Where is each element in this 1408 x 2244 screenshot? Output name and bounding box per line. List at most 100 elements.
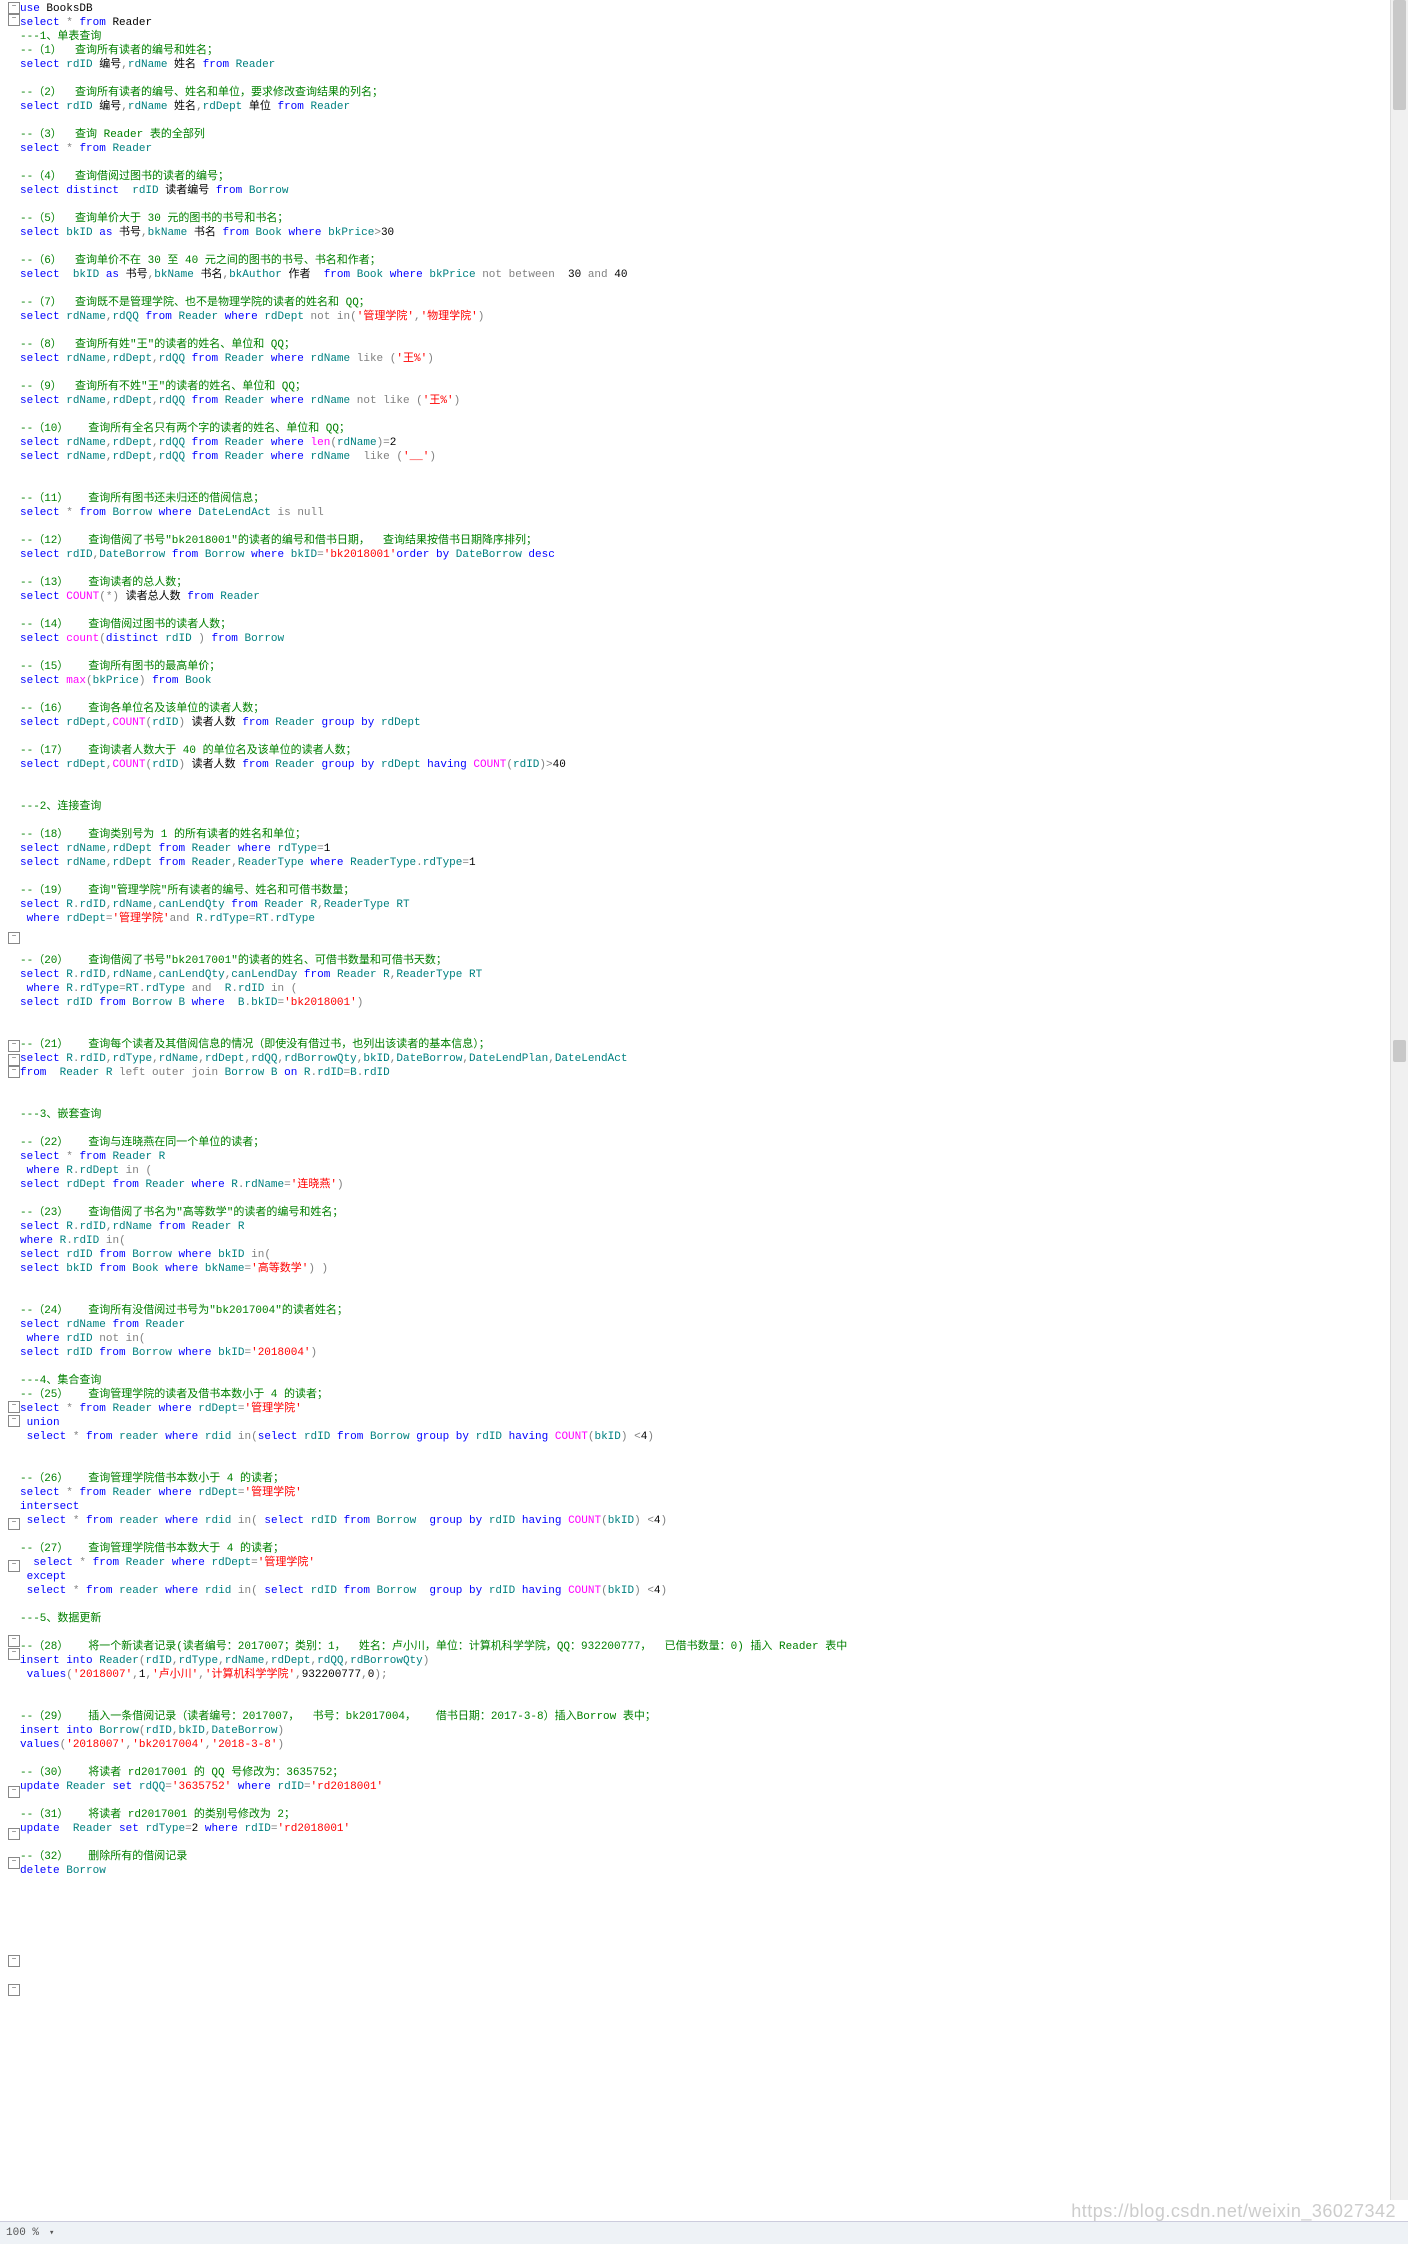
code-line[interactable]: select * from Reader where rdDept='管理学院' <box>20 1402 1380 1416</box>
scrollbar-thumb[interactable] <box>1393 0 1406 110</box>
code-line[interactable]: ---3、嵌套查询 <box>20 1108 1380 1122</box>
code-line[interactable]: --（15） 查询所有图书的最高单价； <box>20 660 1380 674</box>
fold-toggle[interactable]: − <box>8 14 20 26</box>
code-line[interactable]: select * from reader where rdid in(selec… <box>20 1430 1380 1444</box>
code-line[interactable]: select bkID from Book where bkName='高等数学… <box>20 1262 1380 1276</box>
code-line[interactable]: --（4） 查询借阅过图书的读者的编号； <box>20 170 1380 184</box>
fold-toggle[interactable]: − <box>8 1518 20 1530</box>
code-line[interactable] <box>20 1192 1380 1206</box>
code-line[interactable]: insert into Reader(rdID,rdType,rdName,rd… <box>20 1654 1380 1668</box>
code-line[interactable] <box>20 114 1380 128</box>
code-line[interactable]: select rdDept,COUNT(rdID) 读者人数 from Read… <box>20 758 1380 772</box>
code-line[interactable] <box>20 1682 1380 1696</box>
fold-toggle[interactable]: − <box>8 1786 20 1798</box>
fold-toggle[interactable]: − <box>8 1828 20 1840</box>
code-line[interactable]: where R.rdType=RT.rdType and R.rdID in ( <box>20 982 1380 996</box>
code-line[interactable]: --（2） 查询所有读者的编号、姓名和单位，要求修改查询结果的列名； <box>20 86 1380 100</box>
code-line[interactable] <box>20 1794 1380 1808</box>
code-line[interactable]: --（19） 查询"管理学院"所有读者的编号、姓名和可借书数量； <box>20 884 1380 898</box>
code-line[interactable]: update Reader set rdQQ='3635752' where r… <box>20 1780 1380 1794</box>
code-line[interactable] <box>20 1752 1380 1766</box>
fold-toggle[interactable]: − <box>8 1054 20 1066</box>
code-line[interactable]: where R.rdDept in ( <box>20 1164 1380 1178</box>
code-line[interactable]: --（8） 查询所有姓"王"的读者的姓名、单位和 QQ； <box>20 338 1380 352</box>
code-line[interactable]: select rdName,rdDept,rdQQ from Reader wh… <box>20 450 1380 464</box>
code-line[interactable]: --（3） 查询 Reader 表的全部列 <box>20 128 1380 142</box>
code-line[interactable] <box>20 520 1380 534</box>
code-line[interactable] <box>20 1010 1380 1024</box>
code-line[interactable]: --（22） 查询与连晓燕在同一个单位的读者； <box>20 1136 1380 1150</box>
code-line[interactable] <box>20 604 1380 618</box>
code-line[interactable]: --（25） 查询管理学院的读者及借书本数小于 4 的读者； <box>20 1388 1380 1402</box>
code-line[interactable] <box>20 1360 1380 1374</box>
code-line[interactable] <box>20 1458 1380 1472</box>
code-line[interactable]: values('2018007',1,'卢小川','计算机科学学院',93220… <box>20 1668 1380 1682</box>
fold-toggle[interactable]: − <box>8 1648 20 1660</box>
code-line[interactable]: --（20） 查询借阅了书号"bk2017001"的读者的姓名、可借书数量和可借… <box>20 954 1380 968</box>
code-line[interactable]: --（5） 查询单价大于 30 元的图书的书号和书名； <box>20 212 1380 226</box>
code-line[interactable]: select count(distinct rdID ) from Borrow <box>20 632 1380 646</box>
code-line[interactable]: intersect <box>20 1500 1380 1514</box>
code-line[interactable]: select rdDept,COUNT(rdID) 读者人数 from Read… <box>20 716 1380 730</box>
code-line[interactable]: select rdName,rdDept,rdQQ from Reader wh… <box>20 394 1380 408</box>
fold-toggle[interactable]: − <box>8 1401 20 1413</box>
code-line[interactable]: select rdID,DateBorrow from Borrow where… <box>20 548 1380 562</box>
code-line[interactable]: select * from Borrow where DateLendAct i… <box>20 506 1380 520</box>
code-line[interactable]: except <box>20 1570 1380 1584</box>
scrollbar-marker[interactable] <box>1393 1040 1406 1062</box>
code-line[interactable] <box>20 1528 1380 1542</box>
code-line[interactable] <box>20 366 1380 380</box>
code-line[interactable]: --（10） 查询所有全名只有两个字的读者的姓名、单位和 QQ； <box>20 422 1380 436</box>
code-line[interactable]: select bkID as 书号,bkName 书名,bkAuthor 作者 … <box>20 268 1380 282</box>
fold-toggle[interactable]: − <box>8 932 20 944</box>
fold-toggle[interactable]: − <box>8 1066 20 1078</box>
code-line[interactable] <box>20 282 1380 296</box>
code-line[interactable]: select rdName,rdDept from Reader where r… <box>20 842 1380 856</box>
code-line[interactable]: --（21） 查询每个读者及其借阅信息的情况（即使没有借过书，也列出该读者的基本… <box>20 1038 1380 1052</box>
code-line[interactable]: where rdDept='管理学院'and R.rdType=RT.rdTyp… <box>20 912 1380 926</box>
code-line[interactable]: delete Borrow <box>20 1864 1380 1878</box>
code-line[interactable] <box>20 814 1380 828</box>
code-line[interactable] <box>20 72 1380 86</box>
code-line[interactable] <box>20 1290 1380 1304</box>
code-line[interactable]: select * from Reader <box>20 142 1380 156</box>
code-line[interactable]: --（1） 查询所有读者的编号和姓名； <box>20 44 1380 58</box>
code-line[interactable]: --（7） 查询既不是管理学院、也不是物理学院的读者的姓名和 QQ； <box>20 296 1380 310</box>
code-line[interactable]: --（12） 查询借阅了书号"bk2018001"的读者的编号和借书日期， 查询… <box>20 534 1380 548</box>
code-line[interactable]: select R.rdID,rdType,rdName,rdDept,rdQQ,… <box>20 1052 1380 1066</box>
code-line[interactable]: values('2018007','bk2017004','2018-3-8') <box>20 1738 1380 1752</box>
code-line[interactable]: --（11） 查询所有图书还未归还的借阅信息； <box>20 492 1380 506</box>
code-line[interactable] <box>20 562 1380 576</box>
code-line[interactable]: --（27） 查询管理学院借书本数大于 4 的读者； <box>20 1542 1380 1556</box>
code-line[interactable]: select rdID 编号,rdName 姓名 from Reader <box>20 58 1380 72</box>
code-line[interactable]: select R.rdID,rdName,canLendQty from Rea… <box>20 898 1380 912</box>
code-line[interactable]: select rdName,rdDept,rdQQ from Reader wh… <box>20 352 1380 366</box>
code-line[interactable]: --（26） 查询管理学院借书本数小于 4 的读者； <box>20 1472 1380 1486</box>
code-line[interactable]: --（14） 查询借阅过图书的读者人数； <box>20 618 1380 632</box>
code-line[interactable] <box>20 1024 1380 1038</box>
code-line[interactable]: --（32） 删除所有的借阅记录 <box>20 1850 1380 1864</box>
fold-toggle[interactable]: − <box>8 1635 20 1647</box>
code-line[interactable]: select rdID from Borrow where bkID in( <box>20 1248 1380 1262</box>
code-line[interactable]: select COUNT(*) 读者总人数 from Reader <box>20 590 1380 604</box>
code-line[interactable]: select R.rdID,rdName,canLendQty,canLendD… <box>20 968 1380 982</box>
code-line[interactable]: --（23） 查询借阅了书名为"高等数学"的读者的编号和姓名； <box>20 1206 1380 1220</box>
code-line[interactable] <box>20 870 1380 884</box>
fold-toggle[interactable]: − <box>8 1955 20 1967</box>
zoom-level[interactable]: 100 % <box>6 2226 39 2240</box>
code-line[interactable]: select rdName,rdDept,rdQQ from Reader wh… <box>20 436 1380 450</box>
code-line[interactable]: select distinct rdID 读者编号 from Borrow <box>20 184 1380 198</box>
code-line[interactable]: update Reader set rdType=2 where rdID='r… <box>20 1822 1380 1836</box>
code-line[interactable]: ---2、连接查询 <box>20 800 1380 814</box>
code-line[interactable]: --（9） 查询所有不姓"王"的读者的姓名、单位和 QQ； <box>20 380 1380 394</box>
code-line[interactable]: --（24） 查询所有没借阅过书号为"bk2017004"的读者姓名； <box>20 1304 1380 1318</box>
code-line[interactable] <box>20 772 1380 786</box>
code-line[interactable]: ---1、单表查询 <box>20 30 1380 44</box>
fold-toggle[interactable]: − <box>8 1040 20 1052</box>
code-line[interactable]: --（29） 插入一条借阅记录（读者编号：2017007， 书号：bk20170… <box>20 1710 1380 1724</box>
fold-toggle[interactable]: − <box>8 1560 20 1572</box>
code-line[interactable] <box>20 408 1380 422</box>
code-line[interactable] <box>20 786 1380 800</box>
fold-toggle[interactable]: − <box>8 1984 20 1996</box>
code-line[interactable]: select rdID from Borrow where bkID='2018… <box>20 1346 1380 1360</box>
